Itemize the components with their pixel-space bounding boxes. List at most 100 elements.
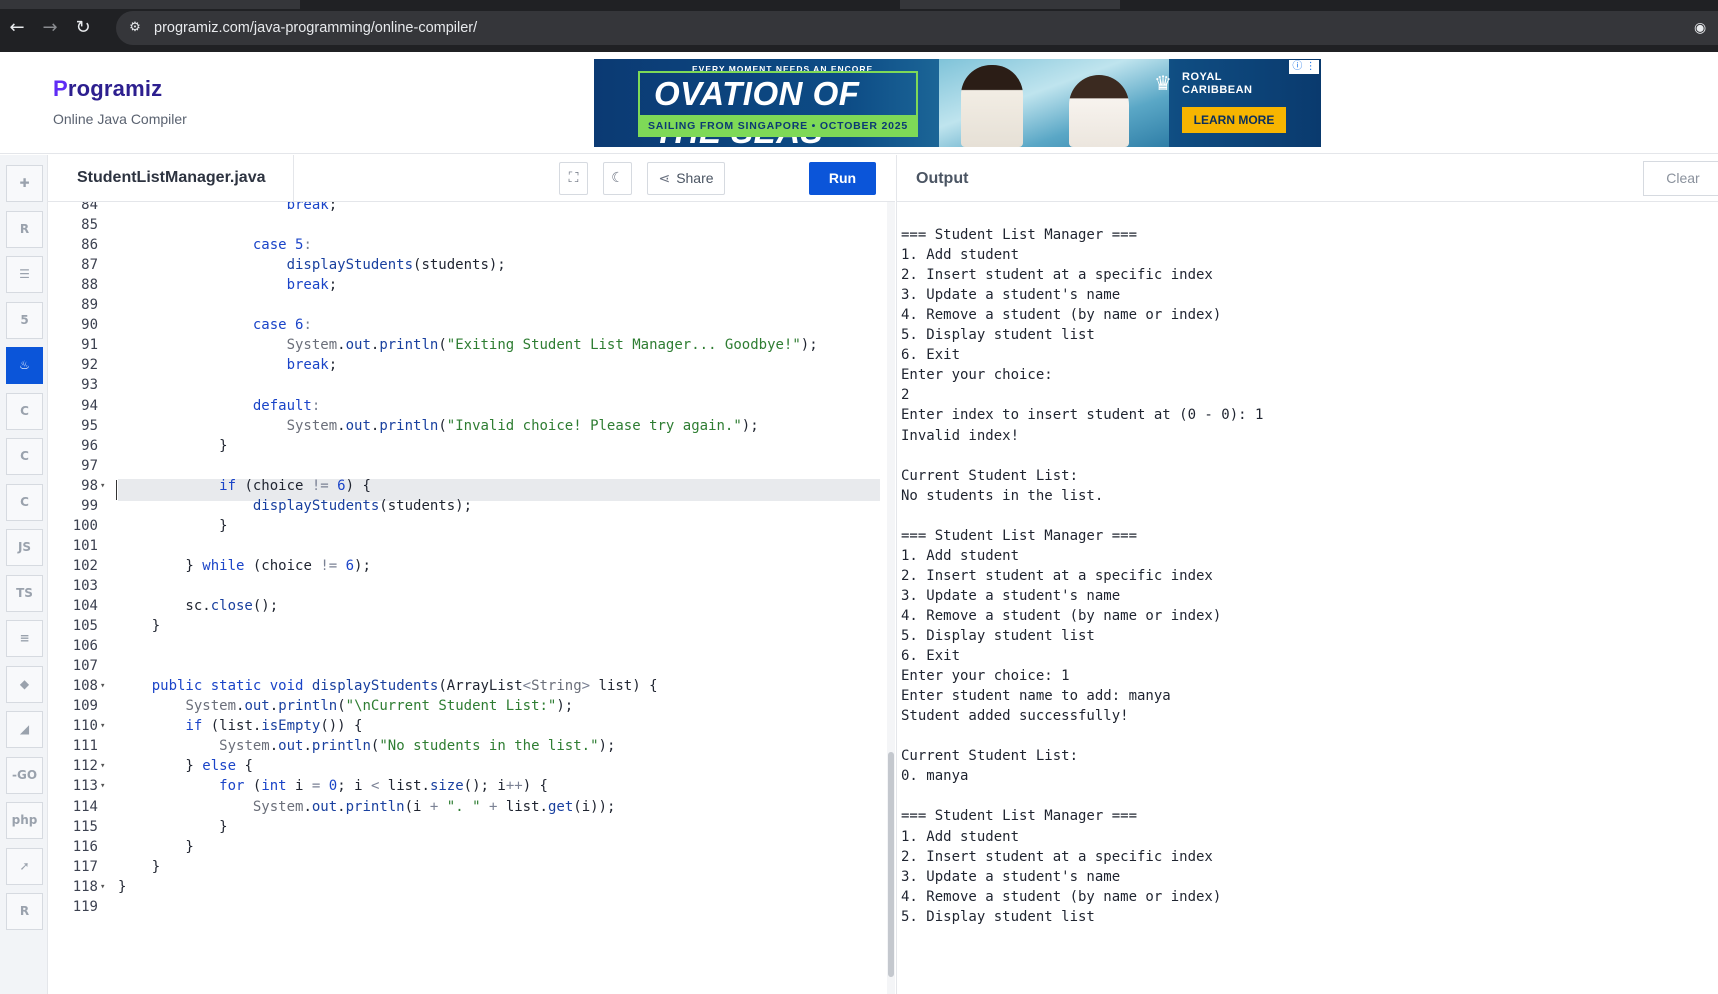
fold-arrow-icon[interactable]: ▾ [100, 475, 105, 497]
code-line[interactable]: 103 [48, 575, 887, 597]
ad-banner[interactable]: EVERY MOMENT NEEDS AN ENCORE OVATION OF … [594, 59, 1321, 147]
back-icon[interactable]: ← [5, 16, 29, 40]
language-go-icon[interactable]: -GO [6, 756, 43, 794]
code-line[interactable]: 109 System.out.println("\nCurrent Studen… [48, 695, 887, 717]
editor-scrollbar[interactable] [887, 202, 895, 994]
language-kotlin-icon[interactable]: ≡ [6, 620, 43, 657]
fold-arrow-icon[interactable]: ▾ [100, 675, 105, 697]
programiz-logo[interactable]: Programiz [53, 76, 162, 102]
code-line[interactable]: 85 [48, 214, 887, 236]
language-python-icon[interactable]: ✚ [6, 165, 43, 202]
run-button[interactable]: Run [809, 162, 876, 195]
code-editor[interactable]: 84 break; 85 86 case 5: 87 displayStudents(… [48, 202, 887, 994]
file-tab[interactable]: StudentListManager.java [48, 155, 294, 202]
language-cpp-icon[interactable]: C [6, 438, 43, 475]
code-token: System [219, 738, 270, 755]
output-line: Enter your choice: [901, 367, 1053, 384]
code-line[interactable]: 119 [48, 896, 887, 918]
output-console[interactable]: === Student List Manager === 1. Add stude… [896, 202, 1718, 994]
theme-toggle-button[interactable]: ☾ [603, 162, 632, 195]
language-c-icon[interactable]: C [6, 392, 43, 430]
address-bar[interactable]: ⚙ programiz.com/java-programming/online-… [116, 11, 1718, 45]
language-rust-icon[interactable]: R [6, 893, 43, 930]
code-text: break; [118, 354, 338, 376]
language-sql-icon[interactable]: ☰ [6, 256, 43, 293]
code-line[interactable]: 112 ▾ } else { [48, 755, 887, 777]
url-text[interactable]: programiz.com/java-programming/online-co… [154, 19, 477, 37]
code-line[interactable]: 98 ▾ if (choice != 6) { [48, 475, 887, 497]
reload-icon[interactable]: ↻ [71, 16, 95, 40]
code-line[interactable]: 91 System.out.println("Exiting Student L… [48, 334, 887, 356]
code-line[interactable]: 96 } [48, 435, 887, 457]
code-line[interactable]: 105 } [48, 615, 887, 637]
language-typescript-icon[interactable]: TS [6, 574, 43, 612]
code-line[interactable]: 93 [48, 374, 887, 396]
language-java-icon[interactable]: ♨ [6, 347, 43, 384]
language-php-icon[interactable]: php [6, 802, 43, 839]
code-line[interactable]: 104 sc.close(); [48, 595, 887, 617]
code-token: 6 [337, 477, 346, 494]
code-line[interactable]: 101 [48, 535, 887, 557]
code-line[interactable]: 115 } [48, 816, 887, 838]
code-token: (i)); [573, 798, 616, 815]
site-info-icon[interactable]: ⚙ [126, 19, 144, 37]
code-text: System.out.println("Invalid choice! Plea… [118, 415, 759, 437]
code-token: != [320, 557, 338, 574]
code-line[interactable]: 88 break; [48, 274, 887, 296]
line-number: 86 [81, 237, 98, 254]
code-line[interactable]: 107 [48, 655, 887, 677]
code-line[interactable]: 100 } [48, 515, 887, 537]
code-line[interactable]: 116 } [48, 836, 887, 858]
code-line[interactable]: 118 ▾} [48, 876, 887, 898]
line-number: 95 [81, 417, 98, 434]
fullscreen-button[interactable]: ⛶ [559, 162, 588, 195]
language-r-icon[interactable]: R [6, 210, 43, 248]
code-token: } [118, 517, 228, 534]
code-line[interactable]: 94 default: [48, 395, 887, 417]
code-line[interactable]: 114 System.out.println(i + ". " + list.g… [48, 796, 887, 818]
code-text: case 6: [118, 314, 312, 336]
code-line[interactable]: 95 System.out.println("Invalid choice! P… [48, 415, 887, 437]
code-line[interactable]: 89 [48, 294, 887, 316]
output-line: === Student List Manager === [901, 227, 1138, 243]
code-line[interactable]: 92 break; [48, 354, 887, 376]
output-header: Output Clear [896, 155, 1718, 202]
code-line[interactable]: 102 } while (choice != 6); [48, 555, 887, 577]
language-ruby-icon[interactable]: ◆ [6, 665, 43, 703]
language-html-icon[interactable]: 5 [6, 301, 43, 339]
scrollbar-thumb[interactable] [888, 752, 894, 977]
fold-arrow-icon[interactable]: ▾ [100, 775, 105, 797]
code-token: . [337, 417, 346, 434]
fold-arrow-icon[interactable]: ▾ [100, 755, 105, 777]
code-line[interactable]: 113 ▾ for (int i = 0; i < list.size(); i+… [48, 775, 887, 797]
ad-learn-more-button[interactable]: LEARN MORE [1182, 107, 1286, 133]
code-line[interactable]: 110 ▾ if (list.isEmpty()) { [48, 715, 887, 737]
forward-icon[interactable]: → [38, 16, 62, 40]
code-text: System.out.println(i + ". " + list.get(i… [118, 796, 616, 818]
share-button[interactable]: ⋖ Share [647, 162, 725, 195]
fold-arrow-icon[interactable]: ▾ [100, 715, 105, 737]
language-csharp-icon[interactable]: C [6, 483, 43, 521]
language-javascript-icon[interactable]: JS [6, 529, 43, 566]
code-line[interactable]: 108 ▾ public static void displayStudents(… [48, 675, 887, 697]
language-dart-icon[interactable]: ◢ [6, 711, 43, 748]
output-line: Enter index to insert student at (0 - 0)… [901, 407, 1264, 424]
code-line[interactable]: 87 displayStudents(students); [48, 254, 887, 276]
fold-arrow-icon[interactable]: ▾ [100, 876, 105, 898]
code-text: displayStudents(students); [118, 495, 472, 517]
code-token: (students); [413, 257, 506, 274]
adchoices-icon[interactable]: ⓘ ⋮ [1289, 60, 1319, 74]
code-line[interactable]: 86 case 5: [48, 234, 887, 256]
clear-button[interactable]: Clear [1643, 161, 1718, 196]
code-line[interactable]: 117 } [48, 856, 887, 878]
code-token: ( [438, 417, 447, 434]
code-token: sc. [118, 598, 211, 614]
code-line[interactable]: 90 case 6: [48, 314, 887, 336]
code-line[interactable]: 99 displayStudents(students); [48, 495, 887, 517]
language-swift-icon[interactable]: ➚ [6, 847, 43, 885]
code-line[interactable]: 111 System.out.println("No students in t… [48, 735, 887, 757]
code-line[interactable]: 106 [48, 635, 887, 657]
code-line[interactable]: 97 [48, 455, 887, 477]
tracking-protection-icon[interactable]: ◉ [1694, 19, 1714, 37]
